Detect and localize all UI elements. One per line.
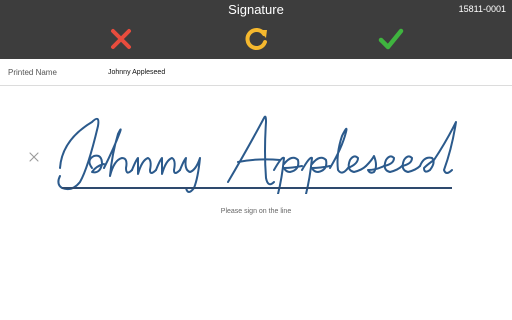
reset-button[interactable] [243, 25, 271, 53]
printed-name-row: Printed Name Johnny Appleseed [0, 59, 512, 86]
page-title: Signature [228, 2, 284, 17]
confirm-button[interactable] [377, 25, 405, 53]
check-icon [378, 28, 404, 50]
signature-line [62, 187, 452, 189]
top-toolbar: Signature 15811-0001 [0, 0, 512, 59]
clear-signature-button[interactable] [28, 151, 40, 163]
printed-name-value: Johnny Appleseed [108, 69, 166, 76]
close-icon [29, 152, 39, 162]
document-id: 15811-0001 [458, 4, 506, 14]
refresh-icon [245, 28, 267, 50]
close-icon [111, 29, 131, 49]
handwritten-signature [57, 115, 457, 194]
sign-hint: Please sign on the line [220, 208, 292, 215]
printed-name-label: Printed Name [8, 68, 57, 77]
cancel-button[interactable] [107, 25, 135, 53]
